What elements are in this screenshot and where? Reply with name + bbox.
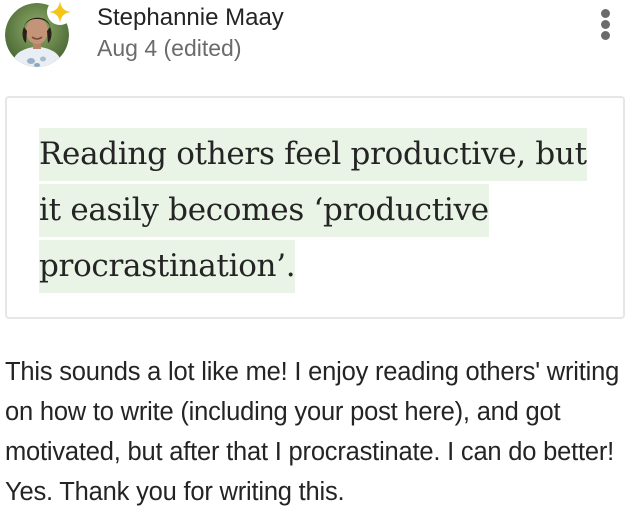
more-vertical-icon — [601, 9, 610, 18]
highlighted-quote-card[interactable]: Reading others feel productive, but it e… — [5, 96, 625, 319]
highlighted-quote: Reading others feel productive, but it e… — [39, 128, 587, 293]
avatar[interactable] — [5, 0, 73, 67]
comment-text: This sounds a lot like me! I enjoy readi… — [5, 358, 620, 506]
more-options-button[interactable] — [590, 6, 620, 42]
quote-text-block: Reading others feel productive, but it e… — [39, 126, 599, 294]
comment-header: Stephannie Maay Aug 4 (edited) — [0, 0, 633, 70]
more-vertical-icon-dot — [601, 31, 610, 40]
post-date: Aug 4 (edited) — [97, 35, 242, 61]
star-sparkle-icon — [47, 0, 73, 25]
author-name[interactable]: Stephannie Maay — [97, 2, 284, 34]
more-vertical-icon-dot — [601, 20, 610, 29]
